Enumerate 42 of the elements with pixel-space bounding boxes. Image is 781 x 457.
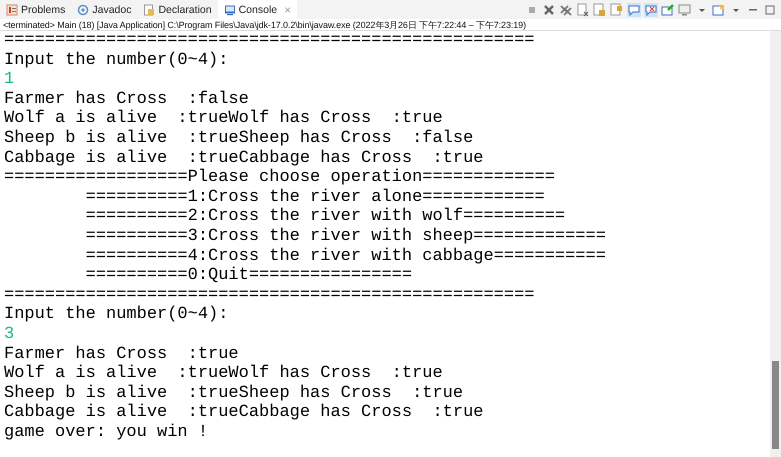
console-line: Cabbage is alive :trueCabbage has Cross :true [4, 148, 484, 168]
tab[interactable]: Javadoc [71, 0, 138, 19]
console-line: Farmer has Cross :false [4, 90, 249, 110]
new-console-icon[interactable] [712, 2, 726, 16]
remove-all-icon[interactable] [559, 2, 573, 16]
problems-icon [6, 4, 18, 16]
word-wrap-icon[interactable] [610, 2, 624, 16]
tab[interactable]: Problems [0, 0, 72, 19]
console-line: ==================================================== [4, 31, 534, 51]
show-error-icon[interactable] [644, 2, 658, 16]
console-line: ==========0:Quit================ [84, 266, 412, 286]
console-line: Wolf a is alive :trueWolf has Cross :true [4, 364, 443, 384]
display-console-icon[interactable] [678, 2, 692, 16]
clear-console-icon[interactable] [576, 2, 590, 16]
console-line: ==========4:Cross the river with cabbage=========== [84, 246, 606, 266]
console-line: Farmer has Cross :true [4, 344, 239, 364]
console-line: Sheep b is alive :trueSheep has Cross :true [4, 384, 464, 404]
console-line: ==========3:Cross the river with sheep============= [84, 226, 606, 247]
pin-icon[interactable] [661, 2, 675, 16]
console-line: Input the number(0~4): [4, 305, 228, 325]
show-output-icon[interactable] [627, 2, 641, 16]
at-sign-icon [77, 4, 90, 16]
status-text: <terminated> Main (18) [Java Application] C:\Program Files\Java\jdk-17.0.2\bin\javaw.exe (2022年3月26日 下午7:22:44 – 下午7:23:19) [0, 19, 781, 31]
remove-icon[interactable] [542, 2, 556, 16]
console-line: Cabbage is alive :trueCabbage has Cross :true [4, 403, 484, 423]
console-line: ==================Please choose operation============= [4, 168, 555, 188]
console-line: Input the number(0~4): [4, 50, 228, 70]
console-line: Sheep b is alive :trueSheep has Cross :false [4, 128, 474, 149]
tab[interactable]: Declaration [137, 0, 218, 19]
console-line: ==========1:Cross the river alone============ [84, 188, 545, 208]
user-input-line: 1 [4, 70, 14, 90]
maximize-icon[interactable] [763, 2, 777, 16]
document-icon [143, 4, 156, 16]
user-input-line: 3 [4, 324, 14, 344]
scroll-lock-icon[interactable] [593, 2, 607, 16]
console-line: Wolf a is alive :trueWolf has Cross :true [4, 109, 443, 129]
console-line: game over: you win ! [4, 422, 208, 442]
console-line: ==================================================== [4, 286, 534, 306]
monitor-icon [224, 4, 236, 16]
console-line: ==========2:Cross the river with wolf========== [84, 207, 566, 227]
tab[interactable]: Console × [218, 0, 298, 19]
scrollbar-thumb[interactable] [772, 361, 779, 449]
